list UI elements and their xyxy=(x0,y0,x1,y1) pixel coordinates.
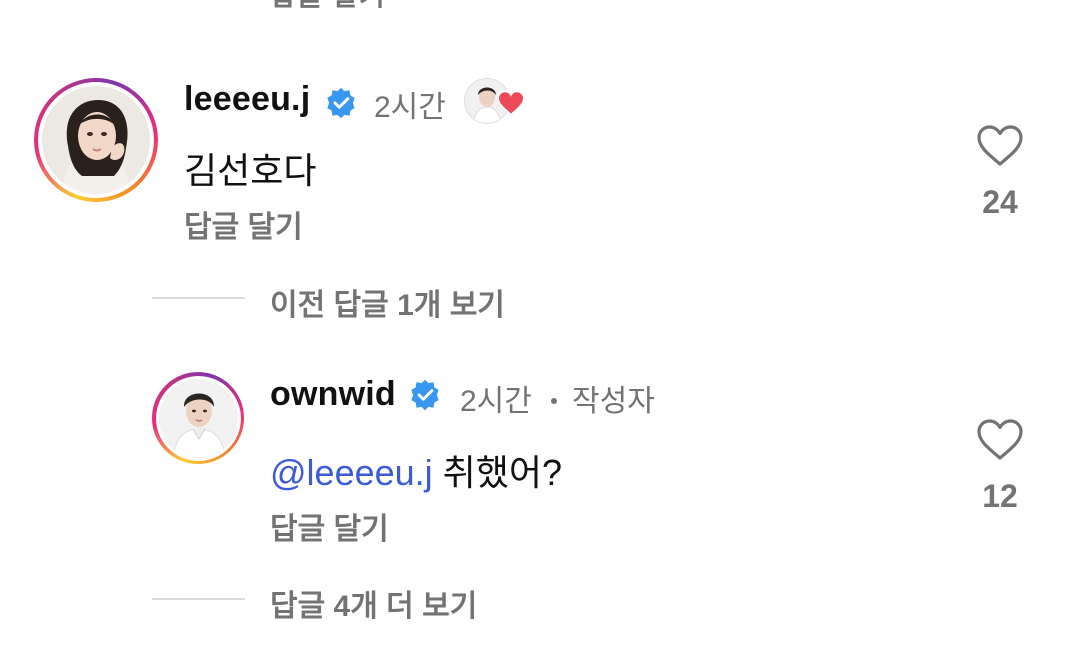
comment-time: 2시간 xyxy=(460,385,532,418)
verified-badge-icon xyxy=(411,379,439,411)
profile-photo-man xyxy=(158,378,238,458)
reply-button[interactable]: 답글 달기 xyxy=(270,504,389,548)
view-more-replies-button[interactable]: 답글 4개 더 보기 xyxy=(270,581,477,625)
comment-text: @leeeeu.j 취했어? xyxy=(270,444,562,496)
previous-reply-button-cutoff[interactable]: 답글 달기 xyxy=(270,0,386,14)
creator-liked-heart-icon xyxy=(497,90,525,116)
comment-text: 김선호다 xyxy=(184,150,317,191)
author-label: 작성자 xyxy=(572,385,655,418)
separator-dot xyxy=(551,398,557,404)
comment-time: 2시간 xyxy=(374,91,446,124)
avatar-ownwid[interactable] xyxy=(152,372,244,464)
verified-badge-icon xyxy=(327,87,355,119)
like-count: 12 xyxy=(982,478,1018,514)
avatar-leeeeu[interactable] xyxy=(34,78,158,202)
view-previous-replies-button[interactable]: 이전 답글 1개 보기 xyxy=(270,280,505,324)
mention-link[interactable]: @leeeeu.j xyxy=(270,452,433,493)
like-heart-icon[interactable] xyxy=(976,124,1024,168)
thread-divider-line xyxy=(152,297,245,299)
comment-username[interactable]: ownwid xyxy=(270,375,396,414)
like-heart-icon[interactable] xyxy=(976,418,1024,462)
thread-divider-line xyxy=(152,598,245,600)
like-count: 24 xyxy=(982,184,1018,220)
comment-username[interactable]: leeeeu.j xyxy=(184,80,310,119)
comment-body: 취했어? xyxy=(432,452,563,493)
reply-button[interactable]: 답글 달기 xyxy=(184,202,303,246)
profile-photo-woman xyxy=(42,86,150,194)
